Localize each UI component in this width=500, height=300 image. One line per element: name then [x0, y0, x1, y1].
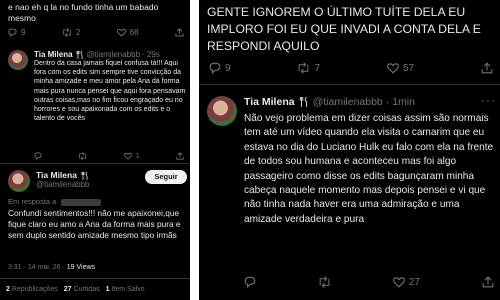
- heart-icon: [116, 28, 126, 37]
- display-name[interactable]: Tia Milena: [244, 96, 295, 108]
- reply1-header: Tia Milena @tiamilenabbb · 29s: [34, 50, 160, 59]
- republications-stat[interactable]: 2 Republicações: [6, 286, 58, 293]
- retweet-button[interactable]: [318, 276, 331, 288]
- share-button[interactable]: [481, 62, 493, 74]
- stat-label: Item Salvo: [111, 286, 145, 293]
- reply2-text: Confundi sentimentos!!! não me apaixonei…: [8, 208, 181, 240]
- share-button[interactable]: [176, 152, 184, 160]
- username[interactable]: @tiamilenabbb: [87, 50, 140, 59]
- screenshot-collage: e nao eh q la no fundo tinha um babado m…: [0, 0, 500, 300]
- redacted-handle: [61, 198, 102, 206]
- heart-icon: [392, 277, 405, 288]
- retweet-icon: [63, 28, 71, 37]
- retweet-count: 2: [75, 28, 81, 37]
- reply-icon: [209, 62, 221, 74]
- reply-button[interactable]: 9: [209, 62, 231, 74]
- fork-knife-icon: [81, 171, 88, 180]
- avatar[interactable]: [8, 170, 30, 192]
- reply-icon: [8, 28, 17, 37]
- username[interactable]: @tiamilenabbb: [313, 96, 383, 108]
- right-thread-panel: GENTE IGNOREM O ÚLTIMO TUÍTE DELA EU IMP…: [199, 0, 500, 300]
- replying-to: Em resposta a: [8, 197, 102, 206]
- like-button[interactable]: 68: [116, 28, 139, 37]
- display-name[interactable]: Tia Milena: [36, 170, 89, 180]
- stat-count: 2: [6, 286, 10, 293]
- display-name[interactable]: Tia Milena: [34, 50, 73, 59]
- retweet-icon: [299, 62, 309, 74]
- retweet-button[interactable]: 2: [62, 28, 80, 37]
- retweet-icon: [79, 152, 87, 160]
- share-icon: [481, 62, 493, 74]
- share-button[interactable]: [482, 276, 494, 288]
- divider: [0, 163, 190, 164]
- stat-count: 1: [105, 286, 110, 293]
- top-tweet-actions: 9 2 68: [8, 28, 184, 37]
- more-options-icon[interactable]: ···: [481, 93, 496, 107]
- divider: [0, 278, 190, 279]
- heart-icon: [123, 152, 132, 160]
- stat-label: Republicações: [11, 286, 58, 293]
- share-icon: [482, 276, 494, 288]
- likes-stat[interactable]: 27 Curtidas: [64, 286, 100, 293]
- reply-text: Não vejo problema em dizer coisas assim …: [244, 113, 494, 225]
- reply1-actions: 1: [34, 152, 184, 160]
- retweet-button[interactable]: [78, 152, 87, 160]
- reply-count: 9: [21, 28, 26, 37]
- follow-button[interactable]: Seguir: [145, 170, 187, 184]
- reply-count: 9: [225, 62, 231, 74]
- saved-stat[interactable]: 1 Item Salvo: [106, 286, 145, 293]
- reply1-text: Dentro da casa jamais fiquei confusa tá!…: [34, 60, 186, 123]
- share-icon: [176, 152, 184, 160]
- like-button[interactable]: 57: [387, 62, 414, 74]
- engagement-footer: 2 Republicações 27 Curtidas 1 Item Salvo: [6, 286, 145, 293]
- avatar[interactable]: [8, 50, 28, 70]
- like-count: 68: [129, 28, 139, 37]
- top-tweet-actions: 9 7 57: [209, 62, 493, 74]
- fork-knife-icon: [76, 50, 82, 59]
- retweet-icon: [319, 276, 330, 288]
- left-thread-panel: e nao eh q la no fundo tinha um babado m…: [0, 0, 190, 300]
- display-name-text: Tia Milena: [36, 170, 77, 180]
- share-icon: [175, 28, 184, 37]
- reply-icon: [34, 152, 42, 160]
- like-count: 57: [402, 62, 415, 74]
- heart-icon: [387, 63, 399, 74]
- like-button[interactable]: 1: [123, 152, 140, 160]
- reply-button[interactable]: [244, 276, 256, 288]
- reply-header: Tia Milena @tiamilenabbb · 1min: [244, 96, 415, 108]
- avatar[interactable]: [207, 96, 237, 126]
- reply-button[interactable]: 9: [8, 28, 25, 37]
- replying-to-label: Em resposta a: [8, 197, 57, 206]
- reply-button[interactable]: [34, 152, 42, 160]
- like-count: 27: [408, 276, 421, 288]
- tweet-time: · 29s: [142, 50, 160, 59]
- top-tweet-text: e nao eh q la no fundo tinha um babado m…: [8, 2, 159, 23]
- retweet-count: 7: [314, 62, 321, 74]
- reply-icon: [244, 276, 256, 288]
- divider: [199, 84, 500, 85]
- views-count: 19 Views: [66, 264, 96, 271]
- tweet-timestamp: 3:31 · 14 mai. 26 · 19 Views: [8, 264, 95, 271]
- timestamp-text: 3:31 · 14 mai. 26 ·: [8, 264, 67, 271]
- stat-label: Curtidas: [73, 286, 100, 293]
- tweet-time: · 1min: [385, 96, 415, 108]
- collage-gap: [190, 0, 199, 300]
- like-button[interactable]: 27: [392, 276, 421, 288]
- stat-count: 27: [63, 286, 72, 293]
- fork-knife-icon: [299, 97, 307, 107]
- reply-actions: 27: [244, 276, 494, 288]
- like-count: 1: [135, 152, 140, 160]
- share-button[interactable]: [175, 28, 184, 37]
- retweet-button[interactable]: 7: [297, 62, 320, 74]
- username[interactable]: @tiamilenabbb: [36, 180, 89, 189]
- top-tweet-text: GENTE IGNOREM O ÚLTIMO TUÍTE DELA EU IMP…: [207, 5, 481, 53]
